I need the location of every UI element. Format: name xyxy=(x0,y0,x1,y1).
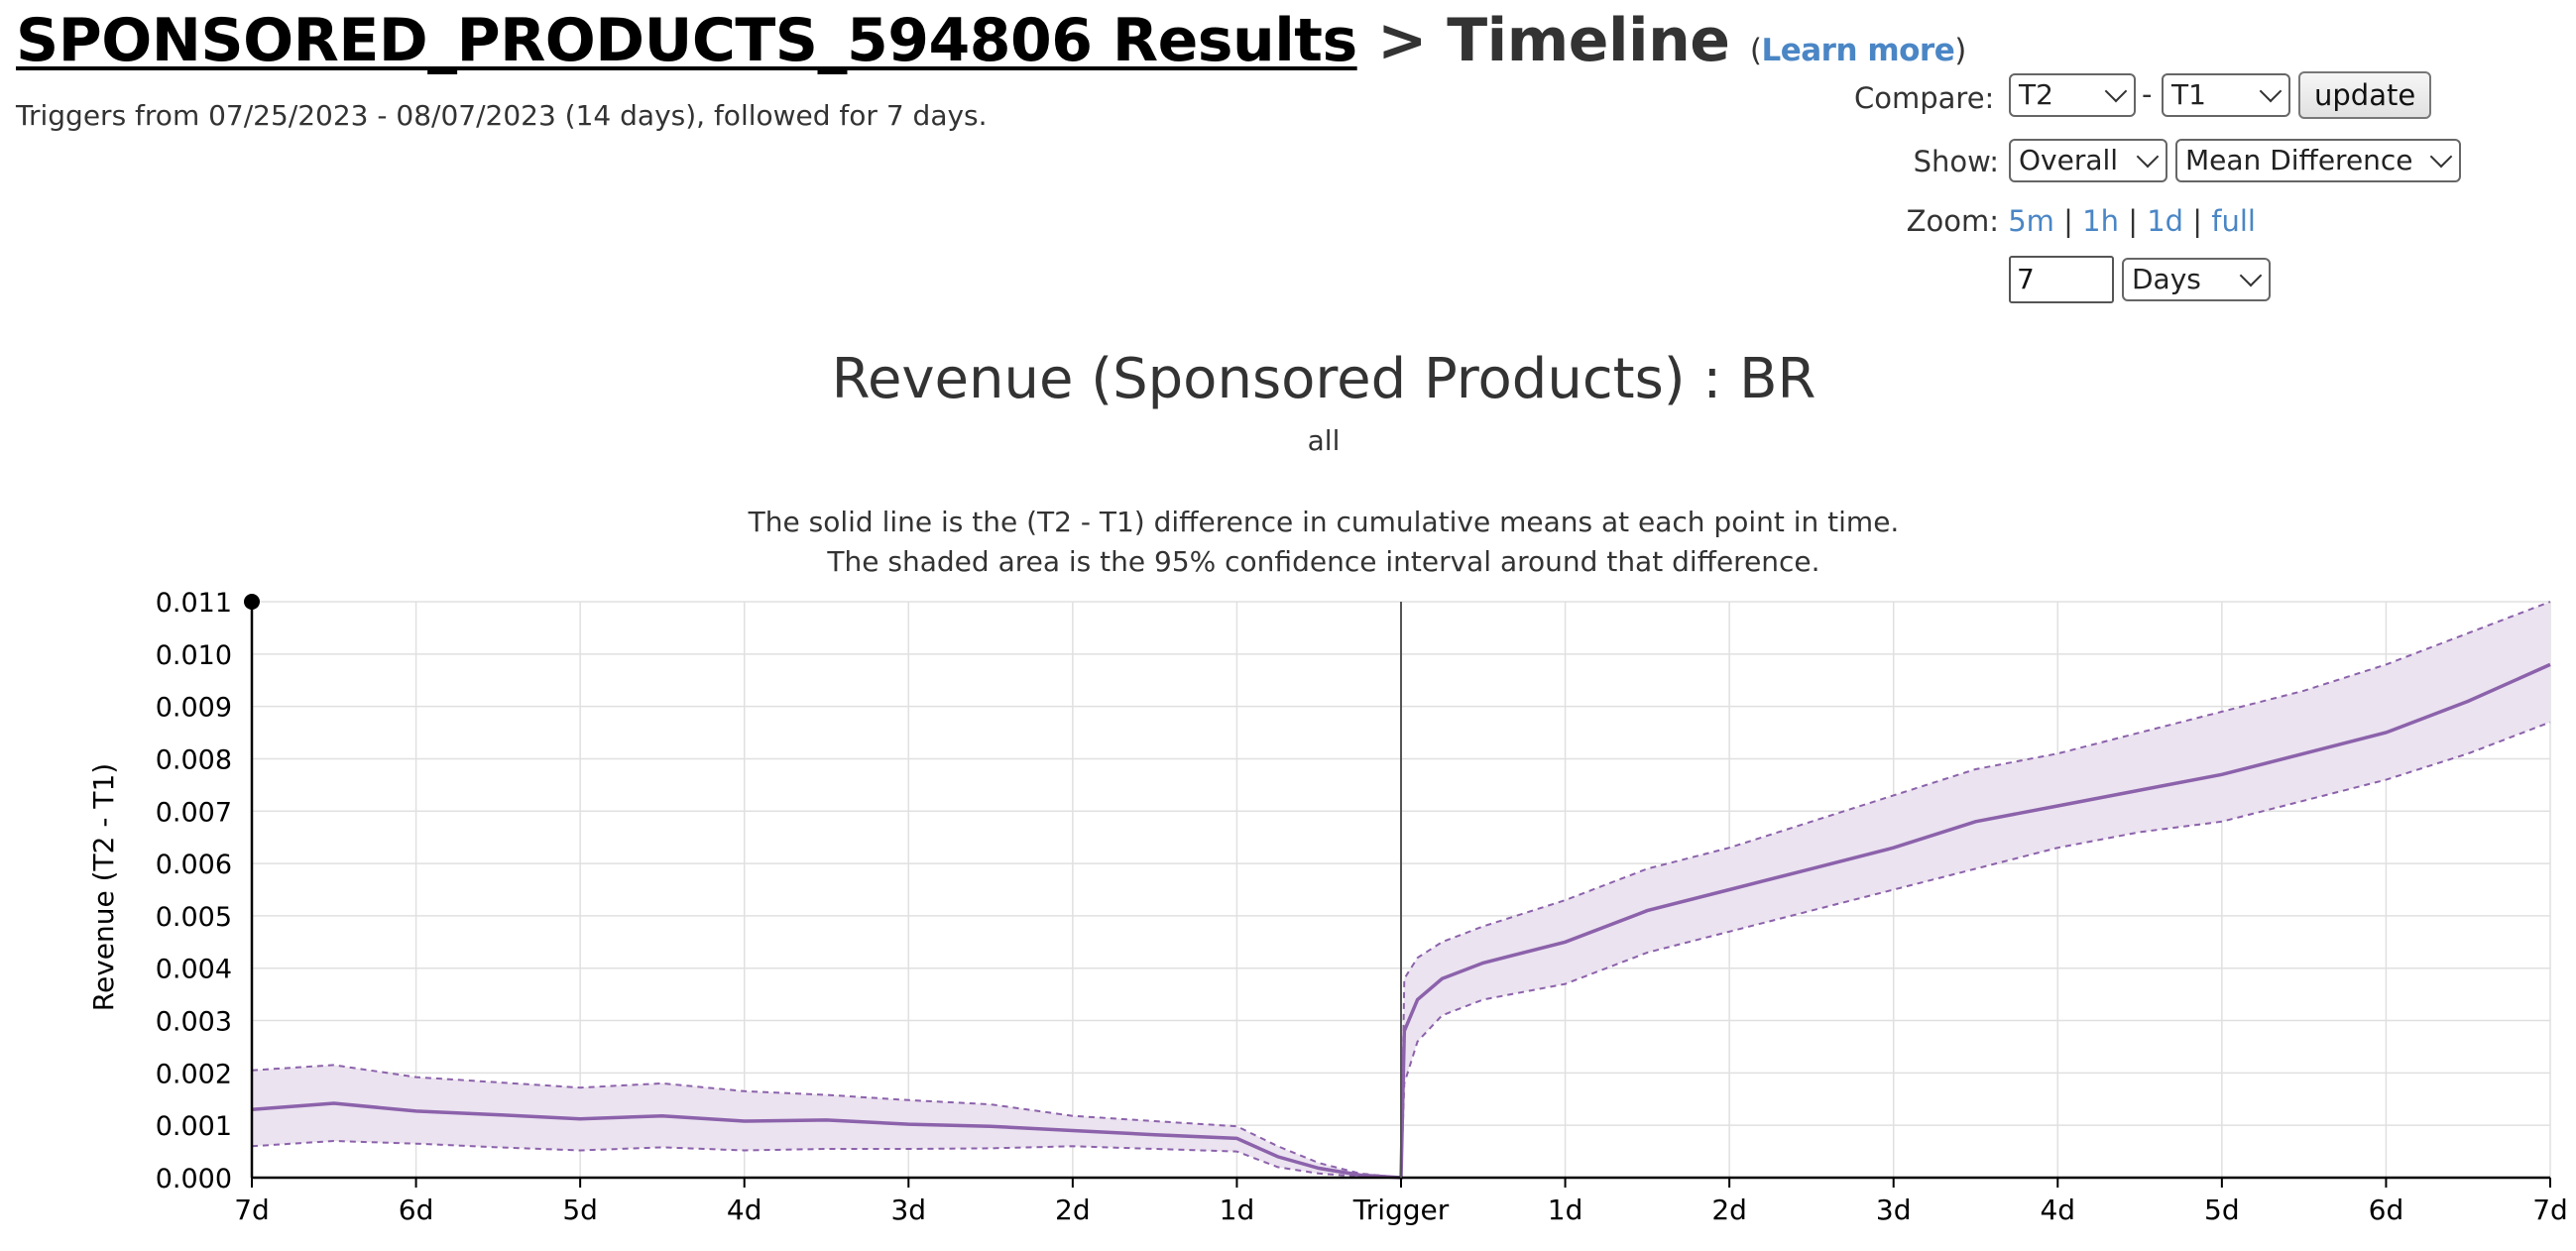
x-tick-label: 4d xyxy=(2040,1194,2075,1226)
x-tick-label: 1d xyxy=(1220,1194,1255,1226)
x-tick-label: 2d xyxy=(1711,1194,1747,1226)
y-tick-label: 0.004 xyxy=(156,955,232,985)
y-tick-label: 0.008 xyxy=(156,744,232,775)
x-tick-label: 7d xyxy=(234,1194,270,1226)
x-tick-label: 3d xyxy=(890,1194,926,1226)
y-tick-label: 0.005 xyxy=(156,902,232,933)
x-tick-label: 1d xyxy=(1548,1194,1583,1226)
x-tick-label: Trigger xyxy=(1352,1194,1450,1226)
y-tick-label: 0.011 xyxy=(156,588,232,619)
x-tick-label: 5d xyxy=(2204,1194,2240,1226)
x-tick-label: 2d xyxy=(1055,1194,1091,1226)
y-axis-label: Revenue (T2 - T1) xyxy=(87,763,120,1011)
x-tick-label: 6d xyxy=(399,1194,434,1226)
x-tick-label: 4d xyxy=(727,1194,762,1226)
x-tick-label: 6d xyxy=(2369,1194,2404,1226)
y-tick-label: 0.007 xyxy=(156,797,232,828)
timeline-chart: 0.000 0.001 0.002 0.003 0.004 0.005 0.006 0.007… xyxy=(87,588,2568,1226)
y-tick-label: 0.000 xyxy=(156,1164,232,1194)
axis-marker-dot xyxy=(244,594,260,610)
y-tick-label: 0.006 xyxy=(156,850,232,880)
x-tick-label: 3d xyxy=(1876,1194,1912,1226)
y-tick-label: 0.009 xyxy=(156,693,232,724)
x-tick-label: 7d xyxy=(2532,1194,2568,1226)
x-tick-label: 5d xyxy=(562,1194,598,1226)
y-tick-label: 0.010 xyxy=(156,640,232,671)
y-tick-label: 0.002 xyxy=(156,1059,232,1089)
y-tick-label: 0.003 xyxy=(156,1007,232,1038)
y-tick-label: 0.001 xyxy=(156,1111,232,1142)
